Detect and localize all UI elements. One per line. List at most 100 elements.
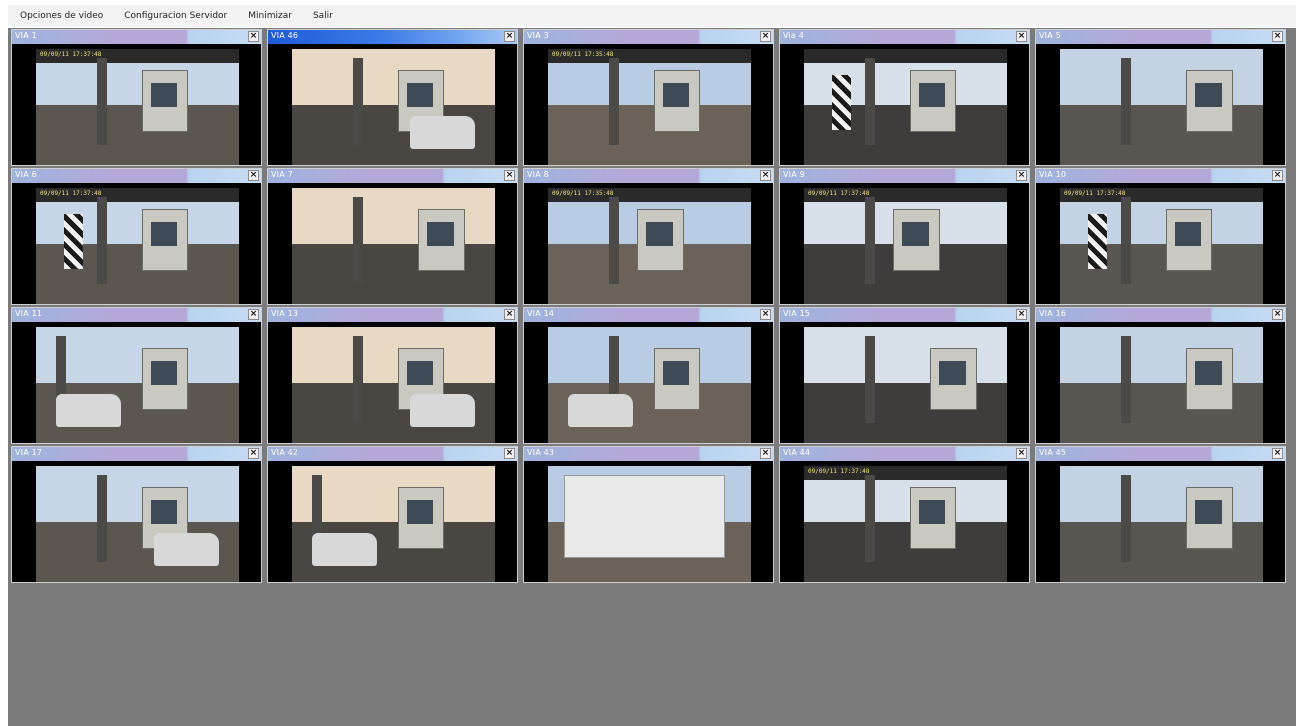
camera-timestamp: 09/09/11 17:35:48 xyxy=(552,190,614,197)
menu-bar: Opciones de video Configuracion Servidor… xyxy=(8,5,1296,27)
close-icon[interactable]: × xyxy=(1272,448,1283,459)
close-icon[interactable]: × xyxy=(504,309,515,320)
camera-video-frame xyxy=(1036,44,1285,165)
camera-feed-image: 09/09/11 17:35:48 xyxy=(548,49,751,165)
camera-feed-image: 09/09/11 17:37:48 xyxy=(1060,188,1263,304)
close-icon[interactable]: × xyxy=(760,31,771,42)
camera-window[interactable]: VIA 17 × xyxy=(11,446,262,583)
camera-timestamp: 09/09/11 17:35:48 xyxy=(552,51,614,58)
camera-title-bar[interactable]: VIA 8 × xyxy=(524,169,773,183)
camera-window[interactable]: VIA 8 × 09/09/11 17:35:48 xyxy=(523,168,774,305)
camera-title: VIA 3 xyxy=(527,31,549,40)
camera-title-bar[interactable]: VIA 46 × xyxy=(268,30,517,44)
camera-title-bar[interactable]: VIA 16 × xyxy=(1036,308,1285,322)
camera-grid: VIA 1 × 09/09/11 17:37:48 VIA 46 × VIA 3 × 09/0… xyxy=(11,29,1286,583)
camera-video-frame xyxy=(12,322,261,443)
camera-window[interactable]: VIA 5 × xyxy=(1035,29,1286,166)
camera-window[interactable]: VIA 1 × 09/09/11 17:37:48 xyxy=(11,29,262,166)
camera-feed-image xyxy=(1060,49,1263,165)
camera-video-frame xyxy=(780,322,1029,443)
camera-feed-image xyxy=(548,327,751,443)
camera-title-bar[interactable]: VIA 45 × xyxy=(1036,447,1285,461)
camera-window[interactable]: VIA 11 × xyxy=(11,307,262,444)
camera-title-bar[interactable]: VIA 1 × xyxy=(12,30,261,44)
camera-window[interactable]: VIA 43 × xyxy=(523,446,774,583)
close-icon[interactable]: × xyxy=(1016,31,1027,42)
camera-title-bar[interactable]: VIA 9 × xyxy=(780,169,1029,183)
camera-title-bar[interactable]: VIA 3 × xyxy=(524,30,773,44)
camera-video-frame: 09/09/11 17:35:48 xyxy=(524,183,773,304)
camera-title-bar[interactable]: VIA 13 × xyxy=(268,308,517,322)
camera-window[interactable]: VIA 15 × xyxy=(779,307,1030,444)
camera-window[interactable]: Via 4 × xyxy=(779,29,1030,166)
menu-minimizar[interactable]: Minimizar xyxy=(236,11,301,21)
close-icon[interactable]: × xyxy=(504,31,515,42)
close-icon[interactable]: × xyxy=(504,448,515,459)
camera-video-frame xyxy=(12,461,261,582)
menu-configuracion-servidor[interactable]: Configuracion Servidor xyxy=(112,11,236,21)
camera-window[interactable]: VIA 6 × 09/09/11 17:37:48 xyxy=(11,168,262,305)
close-icon[interactable]: × xyxy=(1272,31,1283,42)
camera-window[interactable]: VIA 10 × 09/09/11 17:37:48 xyxy=(1035,168,1286,305)
camera-feed-image xyxy=(36,466,239,582)
camera-video-frame xyxy=(524,322,773,443)
camera-window[interactable]: VIA 13 × xyxy=(267,307,518,444)
close-icon[interactable]: × xyxy=(1272,170,1283,181)
close-icon[interactable]: × xyxy=(760,448,771,459)
camera-workspace: VIA 1 × 09/09/11 17:37:48 VIA 46 × VIA 3 × 09/0… xyxy=(8,28,1296,726)
camera-title: VIA 8 xyxy=(527,170,549,179)
camera-feed-image xyxy=(292,466,495,582)
close-icon[interactable]: × xyxy=(1016,448,1027,459)
camera-feed-image xyxy=(804,327,1007,443)
camera-window[interactable]: VIA 7 × xyxy=(267,168,518,305)
camera-title: VIA 43 xyxy=(527,448,555,457)
camera-window[interactable]: VIA 14 × xyxy=(523,307,774,444)
camera-window[interactable]: VIA 9 × 09/09/11 17:37:48 xyxy=(779,168,1030,305)
camera-video-frame xyxy=(1036,461,1285,582)
close-icon[interactable]: × xyxy=(248,31,259,42)
camera-title: VIA 1 xyxy=(15,31,37,40)
camera-timestamp: 09/09/11 17:37:48 xyxy=(40,51,102,58)
camera-title-bar[interactable]: VIA 15 × xyxy=(780,308,1029,322)
camera-title-bar[interactable]: VIA 10 × xyxy=(1036,169,1285,183)
camera-window[interactable]: VIA 46 × xyxy=(267,29,518,166)
camera-title-bar[interactable]: VIA 44 × xyxy=(780,447,1029,461)
close-icon[interactable]: × xyxy=(760,170,771,181)
close-icon[interactable]: × xyxy=(1016,309,1027,320)
camera-feed-image: 09/09/11 17:37:48 xyxy=(804,188,1007,304)
camera-title: VIA 17 xyxy=(15,448,43,457)
camera-video-frame: 09/09/11 17:37:48 xyxy=(12,44,261,165)
camera-title-bar[interactable]: VIA 17 × xyxy=(12,447,261,461)
camera-title-bar[interactable]: Via 4 × xyxy=(780,30,1029,44)
camera-title-bar[interactable]: VIA 14 × xyxy=(524,308,773,322)
camera-title-bar[interactable]: VIA 5 × xyxy=(1036,30,1285,44)
close-icon[interactable]: × xyxy=(248,309,259,320)
camera-feed-image: 09/09/11 17:35:48 xyxy=(548,188,751,304)
camera-window[interactable]: VIA 45 × xyxy=(1035,446,1286,583)
close-icon[interactable]: × xyxy=(760,309,771,320)
camera-feed-image xyxy=(36,327,239,443)
camera-video-frame xyxy=(524,461,773,582)
close-icon[interactable]: × xyxy=(1016,170,1027,181)
camera-feed-image xyxy=(804,49,1007,165)
camera-window[interactable]: VIA 16 × xyxy=(1035,307,1286,444)
camera-title-bar[interactable]: VIA 11 × xyxy=(12,308,261,322)
camera-window[interactable]: VIA 44 × 09/09/11 17:37:48 xyxy=(779,446,1030,583)
camera-window[interactable]: VIA 42 × xyxy=(267,446,518,583)
menu-opciones-video[interactable]: Opciones de video xyxy=(8,11,112,21)
camera-title-bar[interactable]: VIA 7 × xyxy=(268,169,517,183)
close-icon[interactable]: × xyxy=(248,170,259,181)
close-icon[interactable]: × xyxy=(248,448,259,459)
camera-title: VIA 7 xyxy=(271,170,293,179)
camera-title: VIA 15 xyxy=(783,309,811,318)
camera-title: VIA 14 xyxy=(527,309,555,318)
camera-title-bar[interactable]: VIA 43 × xyxy=(524,447,773,461)
close-icon[interactable]: × xyxy=(1272,309,1283,320)
camera-feed-image: 09/09/11 17:37:48 xyxy=(36,49,239,165)
camera-title-bar[interactable]: VIA 6 × xyxy=(12,169,261,183)
menu-salir[interactable]: Salir xyxy=(301,11,342,21)
camera-window[interactable]: VIA 3 × 09/09/11 17:35:48 xyxy=(523,29,774,166)
camera-video-frame xyxy=(268,322,517,443)
camera-title-bar[interactable]: VIA 42 × xyxy=(268,447,517,461)
close-icon[interactable]: × xyxy=(504,170,515,181)
